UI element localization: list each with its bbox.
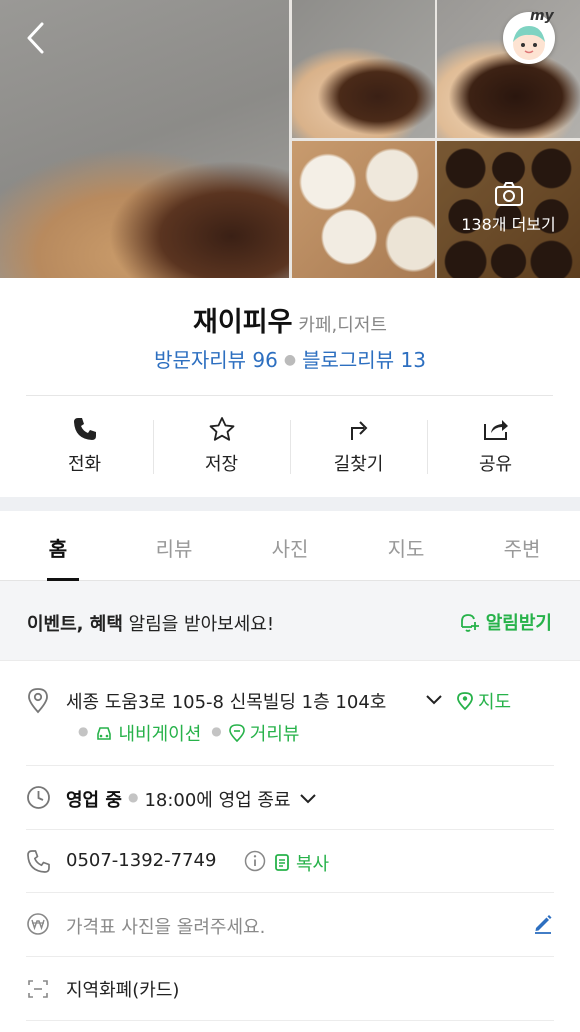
directions-label: 길찾기 [333,454,384,475]
notification-banner: 이벤트, 혜택 알림을 받아보세요! 알림받기 [0,581,580,661]
divider [26,892,554,893]
photo-gallery[interactable]: 138개 더보기 [0,0,580,278]
photo-more-thumbnail[interactable]: 138개 더보기 [437,141,580,278]
directions-icon [350,421,367,440]
phone-icon [73,418,96,440]
share-icon [483,420,508,440]
avatar-icon [513,26,545,60]
separator-dot: ● [283,352,297,368]
map-pin-icon [457,692,473,711]
my-label: my [530,8,554,24]
hours-text: 18:00에 영업 종료 [144,790,291,811]
photo-thumbnail[interactable] [292,141,435,278]
separator-dot: ● [211,724,222,738]
pencil-icon[interactable] [532,912,554,934]
tab-bar: 홈 리뷰 사진 지도 주변 [0,511,580,581]
place-title: 재이피우 카페,디저트 [0,300,580,339]
section-separator [0,497,580,511]
payment-scan-icon [28,980,48,998]
phone-outline-icon [27,850,50,873]
place-category: 카페,디저트 [298,315,387,336]
location-pin-icon [28,688,48,714]
tab-nearby[interactable]: 주변 [464,511,580,580]
notification-text-rest: 알림을 받아보세요! [122,614,275,635]
review-links: 방문자리뷰 96 ● 블로그리뷰 13 [0,344,580,373]
subscribe-alert-button[interactable]: 알림받기 [458,609,552,635]
divider [26,765,554,766]
divider [26,1020,554,1021]
subscribe-alert-label: 알림받기 [485,613,552,634]
photo-more-label: 138개 더보기 [461,215,556,234]
won-icon [27,913,49,935]
copy-icon [275,854,289,871]
chevron-down-icon[interactable] [425,694,443,706]
notification-text: 이벤트, 혜택 알림을 받아보세요! [27,610,274,636]
chevron-left-icon [27,22,44,54]
action-bar: 전화 저장 길찾기 공유 [16,396,564,496]
phone-number[interactable]: 0507-1392-7749 [66,850,216,871]
visitor-review-link[interactable]: 방문자리뷰 96 [154,348,278,372]
street-view-link[interactable]: 거리뷰 [250,720,300,746]
copy-button[interactable]: 복사 [274,850,329,876]
bell-plus-icon [460,614,479,632]
place-name: 재이피우 [193,307,293,338]
share-label: 공유 [478,454,513,475]
photo-more-button[interactable]: 138개 더보기 [437,181,580,235]
photo-thumbnail[interactable] [292,0,435,138]
directions-button[interactable]: 길찾기 [290,396,427,496]
chevron-down-icon [299,794,316,804]
call-button[interactable]: 전화 [16,396,153,496]
blog-review-link[interactable]: 블로그리뷰 13 [302,348,426,372]
save-label: 저장 [204,454,239,475]
tab-review[interactable]: 리뷰 [116,511,232,580]
call-label: 전화 [67,454,102,475]
save-button[interactable]: 저장 [153,396,290,496]
notification-text-bold: 이벤트, 혜택 [27,614,123,635]
tab-home[interactable]: 홈 [0,511,116,581]
business-status: 영업 중 [66,790,122,811]
star-icon [209,417,234,441]
share-button[interactable]: 공유 [427,396,564,496]
navigation-link[interactable]: 내비게이션 [118,720,201,746]
car-icon [97,727,112,740]
street-view-icon [228,724,245,743]
clock-icon [27,786,50,809]
tab-map[interactable]: 지도 [348,511,464,580]
back-button[interactable] [22,18,52,58]
camera-icon [494,182,523,206]
payment-method: 지역화폐(카드) [66,980,180,1001]
separator-dot: ● [78,724,89,738]
copy-label: 복사 [296,854,330,875]
map-link-label: 지도 [478,692,512,713]
info-icon[interactable] [244,850,266,872]
divider [26,956,554,957]
business-hours[interactable]: 영업 중 ● 18:00에 영업 종료 [66,786,317,812]
separator-dot: ● [127,790,139,804]
address-actions: ● 내비게이션 ● 거리뷰 [66,720,299,746]
tab-photo[interactable]: 사진 [232,511,348,580]
price-placeholder[interactable]: 가격표 사진을 올려주세요. [66,913,265,939]
address-text[interactable]: 세종 도움3로 105-8 신목빌딩 1층 104호 [66,688,386,714]
map-link[interactable]: 지도 [456,688,511,714]
divider [26,829,554,830]
